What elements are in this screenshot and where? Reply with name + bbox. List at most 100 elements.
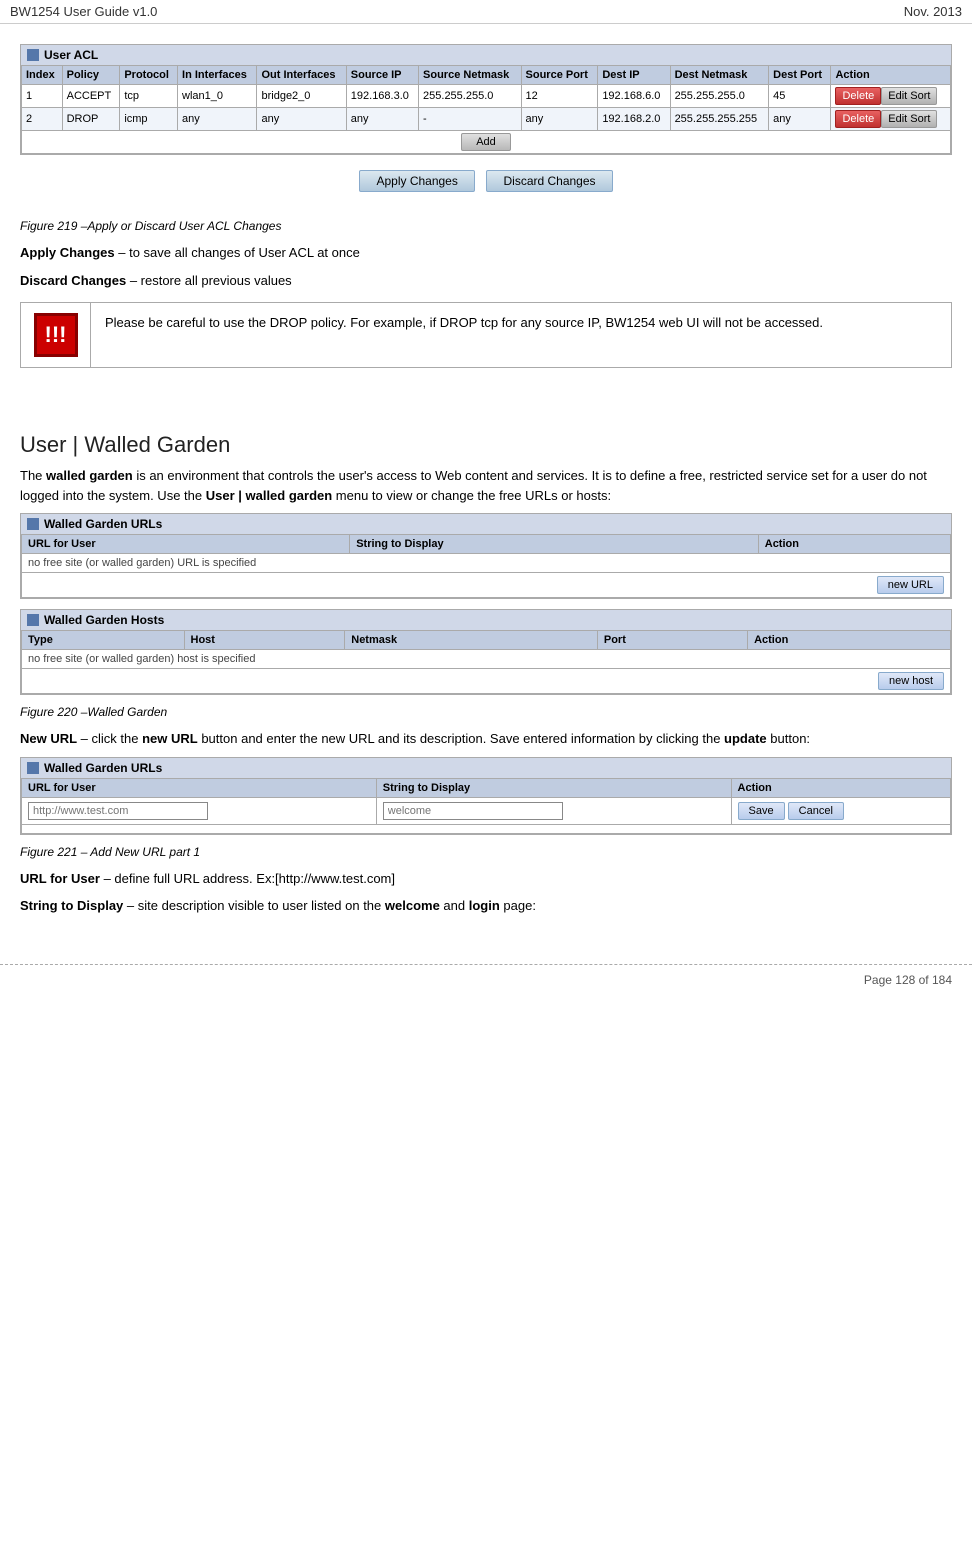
wg-form-table: URL for User String to Display Action Sa… [21, 778, 951, 834]
wg-bold1: walled garden [46, 468, 133, 483]
new-url-bold-btn: new URL [142, 731, 198, 746]
save-url-button[interactable]: Save [738, 802, 785, 820]
warning-icon-col: !!! [21, 303, 91, 367]
warning-box: !!! Please be careful to use the DROP po… [20, 302, 952, 368]
string-welcome-bold: welcome [385, 898, 440, 913]
acl-action-cell: DeleteEdit Sort [831, 108, 951, 131]
acl-action-cell: DeleteEdit Sort [831, 85, 951, 108]
wg-urls-section: Walled Garden URLs URL for User String t… [20, 513, 952, 599]
col-source-netmask: Source Netmask [419, 66, 521, 85]
new-url-desc3: button: [767, 731, 810, 746]
string-page-text: page: [500, 898, 536, 913]
acl-table-row: 2DROPicmpanyanyany-any192.168.2.0255.255… [22, 108, 951, 131]
apply-desc-bold: Apply Changes [20, 245, 115, 260]
apply-changes-button[interactable]: Apply Changes [359, 170, 474, 192]
page-header: BW1254 User Guide v1.0 Nov. 2013 [0, 0, 972, 24]
wg-form-title-bar: Walled Garden URLs [21, 758, 951, 778]
wg-urls-btn-cell: new URL [22, 573, 951, 598]
edit-sort-button[interactable]: Edit Sort [881, 110, 937, 128]
acl-add-row: Add [22, 131, 951, 154]
col-source-ip: Source IP [346, 66, 418, 85]
discard-changes-button[interactable]: Discard Changes [486, 170, 612, 192]
page-number: Page 128 of 184 [864, 973, 952, 987]
page-footer: Page 128 of 184 [0, 964, 972, 995]
wg-form-action-cell: Save Cancel [731, 797, 950, 824]
warning-icon: !!! [34, 313, 78, 357]
figure221-caption: Figure 221 – Add New URL part 1 [20, 845, 952, 859]
warning-text: Please be careful to use the DROP policy… [91, 303, 837, 367]
wg-form-col-url: URL for User [22, 778, 377, 797]
discard-description: Discard Changes – restore all previous v… [20, 271, 952, 291]
delete-rule-button[interactable]: Delete [835, 87, 881, 105]
wg-intro-text1: The [20, 468, 46, 483]
wg-form-col-display: String to Display [376, 778, 731, 797]
main-content: User ACL Index Policy Protocol In Interf… [0, 34, 972, 934]
add-rule-button[interactable]: Add [461, 133, 511, 151]
wg-form-input-row: Save Cancel [22, 797, 951, 824]
delete-rule-button[interactable]: Delete [835, 110, 881, 128]
wg-host-col-netmask: Netmask [345, 631, 598, 650]
wg-urls-title-bar: Walled Garden URLs [21, 514, 951, 534]
string-to-display-input[interactable] [383, 802, 563, 820]
col-policy: Policy [62, 66, 120, 85]
new-url-paragraph: New URL – click the new URL button and e… [20, 729, 952, 749]
wg-host-col-port: Port [597, 631, 747, 650]
edit-sort-button[interactable]: Edit Sort [881, 87, 937, 105]
wg-form-col-action: Action [731, 778, 950, 797]
wg-hosts-section: Walled Garden Hosts Type Host Netmask Po… [20, 609, 952, 695]
apply-discard-row: Apply Changes Discard Changes [20, 170, 952, 192]
wg-host-col-action: Action [748, 631, 951, 650]
wg-intro-paragraph: The walled garden is an environment that… [20, 466, 952, 505]
figure220-caption: Figure 220 –Walled Garden [20, 705, 952, 719]
wg-intro-text3: menu to view or change the free URLs or … [332, 488, 611, 503]
col-in-interfaces: In Interfaces [178, 66, 257, 85]
apply-desc-text: – to save all changes of User ACL at onc… [115, 245, 360, 260]
walled-garden-heading: User | Walled Garden [20, 432, 952, 458]
wg-urls-btn-row: new URL [22, 573, 951, 598]
wg-urls-no-site-text: no free site (or walled garden) URL is s… [22, 554, 951, 573]
url-for-user-desc-paragraph: URL for User – define full URL address. … [20, 869, 952, 889]
wg-url-col-display: String to Display [350, 535, 759, 554]
wg-form-url-cell [22, 797, 377, 824]
url-for-user-input[interactable] [28, 802, 208, 820]
acl-title-label: User ACL [44, 48, 98, 62]
cancel-url-button[interactable]: Cancel [788, 802, 844, 820]
col-dest-netmask: Dest Netmask [670, 66, 769, 85]
string-to-display-bold: String to Display [20, 898, 123, 913]
string-to-display-desc-text: – site description visible to user liste… [123, 898, 385, 913]
string-and-text: and [440, 898, 469, 913]
wg-hosts-btn-row: new host [22, 669, 951, 694]
wg-hosts-table: Type Host Netmask Port Action no free si… [21, 630, 951, 694]
new-url-desc2: button and enter the new URL and its des… [198, 731, 724, 746]
wg-hosts-btn-cell: new host [22, 669, 951, 694]
wg-hosts-no-site-row: no free site (or walled garden) host is … [22, 650, 951, 669]
wg-urls-header-row: URL for User String to Display Action [22, 535, 951, 554]
wg-form-section: Walled Garden URLs URL for User String t… [20, 757, 952, 835]
wg-host-col-host: Host [184, 631, 345, 650]
wg-hosts-header-row: Type Host Netmask Port Action [22, 631, 951, 650]
acl-title-bar: User ACL [21, 45, 951, 65]
new-url-button[interactable]: new URL [877, 576, 944, 594]
wg-hosts-icon [27, 614, 39, 626]
apply-description: Apply Changes – to save all changes of U… [20, 243, 952, 263]
col-dest-port: Dest Port [769, 66, 831, 85]
col-action: Action [831, 66, 951, 85]
col-out-interfaces: Out Interfaces [257, 66, 346, 85]
col-index: Index [22, 66, 63, 85]
col-source-port: Source Port [521, 66, 598, 85]
new-url-bold-label: New URL [20, 731, 77, 746]
wg-hosts-no-site-text: no free site (or walled garden) host is … [22, 650, 951, 669]
wg-urls-icon [27, 518, 39, 530]
discard-desc-bold: Discard Changes [20, 273, 126, 288]
wg-form-icon [27, 762, 39, 774]
new-url-desc-rest: – click the [77, 731, 142, 746]
figure219-caption: Figure 219 –Apply or Discard User ACL Ch… [20, 219, 952, 233]
doc-title: BW1254 User Guide v1.0 [10, 4, 157, 19]
wg-url-col-action: Action [758, 535, 950, 554]
url-for-user-desc-text: – define full URL address. Ex:[http://ww… [100, 871, 395, 886]
string-to-display-desc-paragraph: String to Display – site description vis… [20, 896, 952, 916]
new-host-button[interactable]: new host [878, 672, 944, 690]
wg-host-col-type: Type [22, 631, 185, 650]
col-protocol: Protocol [120, 66, 178, 85]
discard-desc-text: – restore all previous values [126, 273, 291, 288]
